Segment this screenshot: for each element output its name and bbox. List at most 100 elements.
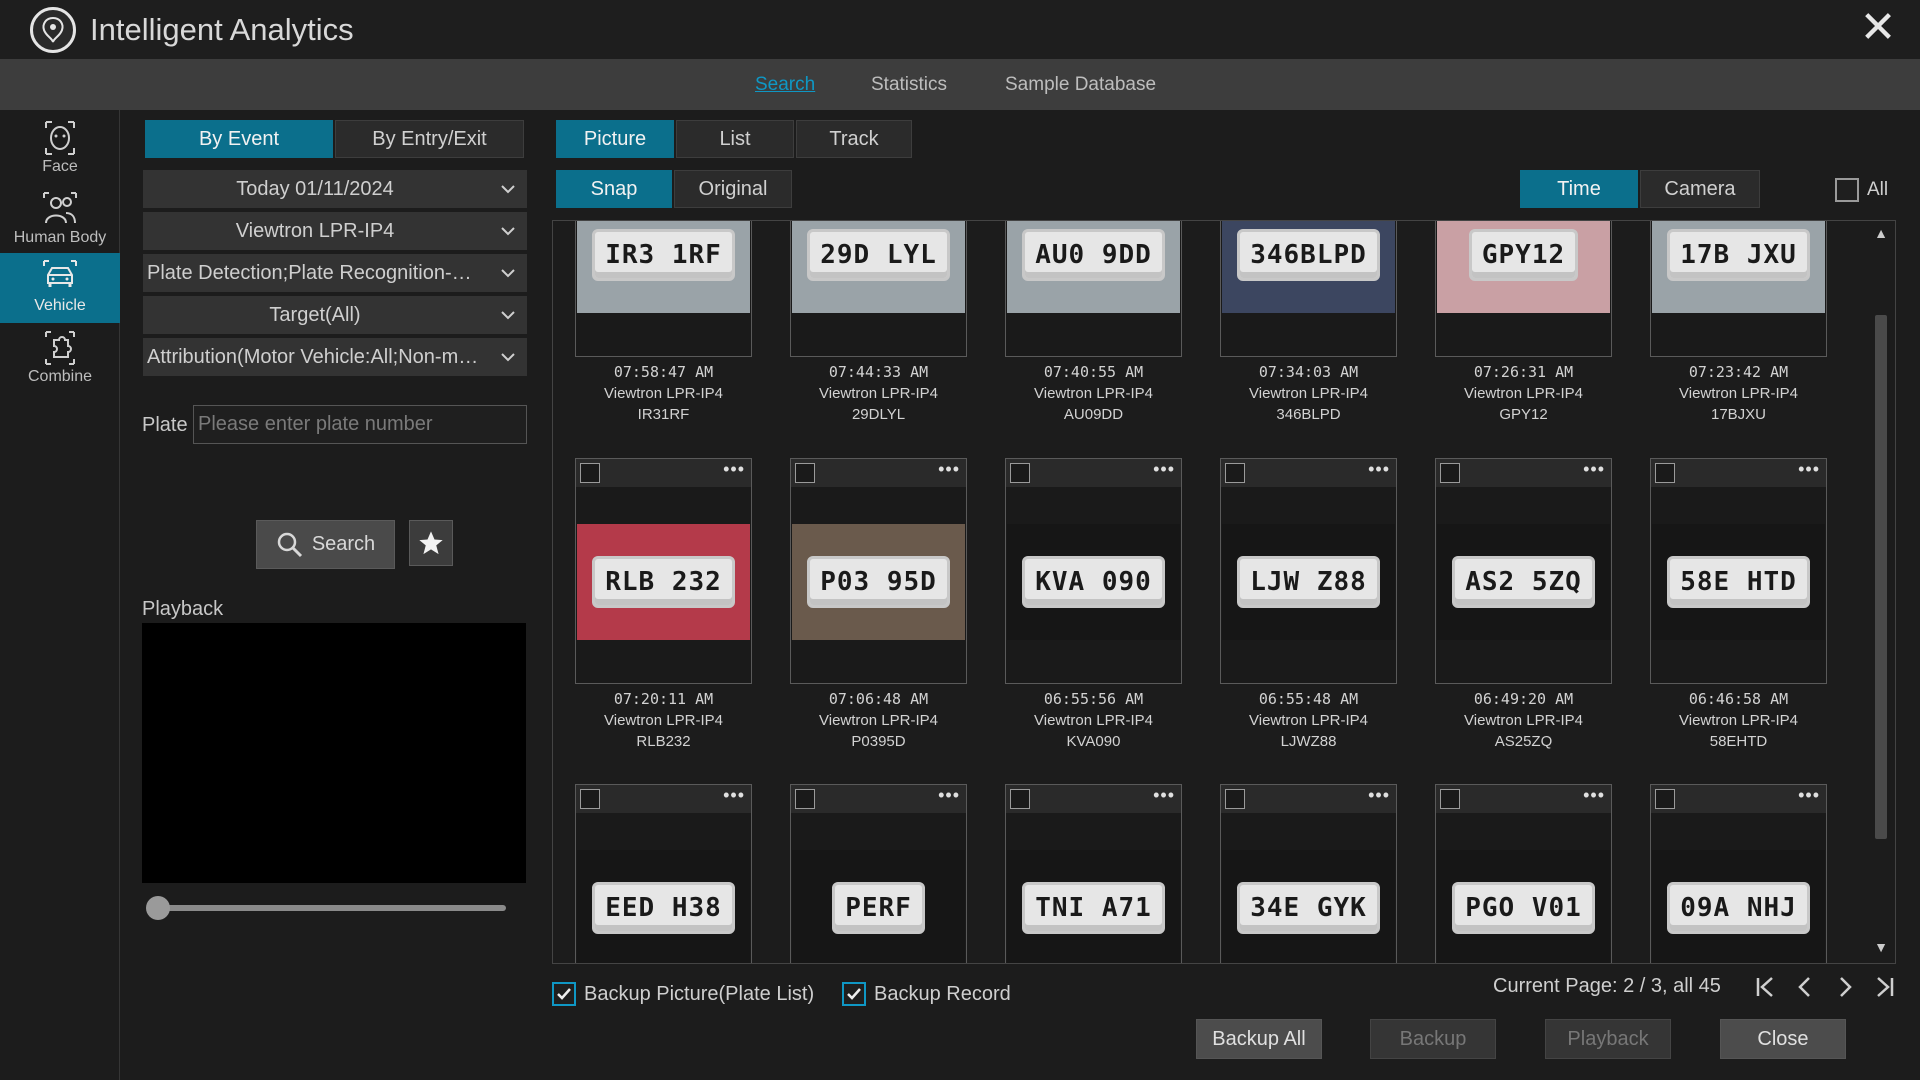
plate-snapshot-image: 34E GYK xyxy=(1222,850,1395,963)
rail-item-face[interactable]: Face xyxy=(0,114,120,184)
card-select-checkbox[interactable] xyxy=(1010,463,1030,483)
date-select[interactable]: Today 01/11/2024 xyxy=(143,170,527,208)
more-options-icon[interactable]: ••• xyxy=(1153,459,1175,480)
result-thumbnail-frame: •••17B JXU xyxy=(1650,221,1827,357)
close-window-icon[interactable]: ✕ xyxy=(1858,6,1898,50)
card-select-checkbox[interactable] xyxy=(1225,463,1245,483)
plate-snapshot-image: 17B JXU xyxy=(1652,221,1825,313)
card-select-checkbox[interactable] xyxy=(1655,789,1675,809)
sort-by-camera[interactable]: Camera xyxy=(1640,170,1760,208)
result-thumbnail-frame: •••IR3 1RF xyxy=(575,221,752,357)
rail-item-combine[interactable]: Combine xyxy=(0,324,120,394)
result-plate: IR31RF xyxy=(637,406,690,423)
card-select-checkbox[interactable] xyxy=(1655,463,1675,483)
chevron-down-icon xyxy=(501,311,515,320)
card-select-checkbox[interactable] xyxy=(1440,789,1460,809)
rail-label-combine: Combine xyxy=(27,368,93,385)
card-header: ••• xyxy=(576,785,751,813)
result-time: 07:26:31 AM xyxy=(1473,363,1574,381)
playback-slider-track[interactable] xyxy=(158,905,506,911)
result-info: 06:55:56 AM Viewtron LPR-IP4 KVA090 xyxy=(985,689,1202,752)
backup-picture-checkbox[interactable]: Backup Picture(Plate List) xyxy=(552,982,814,1006)
more-options-icon[interactable]: ••• xyxy=(1368,459,1390,480)
app-title: Intelligent Analytics xyxy=(90,12,354,47)
sort-by-time[interactable]: Time xyxy=(1520,170,1638,208)
select-all-checkbox[interactable]: All xyxy=(1835,178,1888,202)
backup-picture-label: Backup Picture(Plate List) xyxy=(584,982,815,1005)
tab-search[interactable]: Search xyxy=(755,74,815,96)
plate-snapshot-image: PGO V01 xyxy=(1437,850,1610,963)
card-select-checkbox[interactable] xyxy=(1225,789,1245,809)
favorite-button[interactable] xyxy=(409,520,453,566)
next-page-icon[interactable] xyxy=(1830,972,1860,1002)
rail-item-vehicle[interactable]: Vehicle xyxy=(0,253,120,323)
rail-item-human-body[interactable]: Human Body xyxy=(0,185,120,255)
card-header: ••• xyxy=(1436,459,1611,487)
event-type-select[interactable]: Plate Detection;Plate Recognition-Su... xyxy=(143,254,527,292)
card-select-checkbox[interactable] xyxy=(1010,789,1030,809)
plate-number-input[interactable] xyxy=(193,405,527,444)
more-options-icon[interactable]: ••• xyxy=(1583,459,1605,480)
card-select-checkbox[interactable] xyxy=(580,463,600,483)
more-options-icon[interactable]: ••• xyxy=(1153,785,1175,806)
checkbox-box xyxy=(1835,178,1859,202)
playback-button[interactable]: Playback xyxy=(1545,1019,1671,1059)
backup-all-button[interactable]: Backup All xyxy=(1196,1019,1322,1059)
card-select-checkbox[interactable] xyxy=(1440,463,1460,483)
result-camera: Viewtron LPR-IP4 xyxy=(819,385,938,402)
more-options-icon[interactable]: ••• xyxy=(1798,785,1820,806)
scroll-down-icon[interactable]: ▼ xyxy=(1871,939,1891,959)
checkbox-box xyxy=(842,982,866,1006)
plate-snapshot-image: AS2 5ZQ xyxy=(1437,524,1610,640)
first-page-icon[interactable] xyxy=(1750,972,1780,1002)
card-header: ••• xyxy=(1006,785,1181,813)
more-options-icon[interactable]: ••• xyxy=(1583,785,1605,806)
tab-by-event[interactable]: By Event xyxy=(145,120,333,158)
plate-snapshot-text: 17B JXU xyxy=(1667,229,1810,281)
result-plate: GPY12 xyxy=(1499,406,1548,423)
previous-page-icon[interactable] xyxy=(1790,972,1820,1002)
plate-snapshot-text: 09A NHJ xyxy=(1667,882,1810,934)
tab-statistics[interactable]: Statistics xyxy=(871,74,947,96)
camera-select[interactable]: Viewtron LPR-IP4 xyxy=(143,212,527,250)
results-scrollbar[interactable]: ▲ ▼ xyxy=(1867,221,1895,963)
tab-original[interactable]: Original xyxy=(674,170,792,208)
result-info: 07:44:33 AM Viewtron LPR-IP4 29DLYL xyxy=(770,362,987,425)
scroll-up-icon[interactable]: ▲ xyxy=(1871,225,1891,245)
more-options-icon[interactable]: ••• xyxy=(938,785,960,806)
more-options-icon[interactable]: ••• xyxy=(1798,459,1820,480)
result-camera: Viewtron LPR-IP4 xyxy=(1464,712,1583,729)
more-options-icon[interactable]: ••• xyxy=(723,459,745,480)
backup-button[interactable]: Backup xyxy=(1370,1019,1496,1059)
tab-picture[interactable]: Picture xyxy=(556,120,674,158)
more-options-icon[interactable]: ••• xyxy=(1368,785,1390,806)
event-type-value: Plate Detection;Plate Recognition-Su... xyxy=(147,261,483,284)
backup-record-checkbox[interactable]: Backup Record xyxy=(842,982,1011,1006)
more-options-icon[interactable]: ••• xyxy=(723,785,745,806)
scrollbar-thumb[interactable] xyxy=(1875,315,1887,839)
tab-sample-database[interactable]: Sample Database xyxy=(1005,74,1156,96)
plate-snapshot-text: 29D LYL xyxy=(807,229,950,281)
result-camera: Viewtron LPR-IP4 xyxy=(1034,385,1153,402)
results-grid: •••IR3 1RF07:58:47 AMViewtron LPR-IP4IR3… xyxy=(552,220,1896,964)
card-select-checkbox[interactable] xyxy=(580,789,600,809)
result-thumbnail-frame: ••• TNI A71 xyxy=(1005,784,1182,963)
target-select[interactable]: Target(All) xyxy=(143,296,527,334)
plate-snapshot-text: P03 95D xyxy=(807,556,950,608)
tab-track[interactable]: Track xyxy=(796,120,912,158)
attribution-select[interactable]: Attribution(Motor Vehicle:All;Non-mot... xyxy=(143,338,527,376)
title-bar: Intelligent Analytics ✕ xyxy=(0,0,1920,59)
card-select-checkbox[interactable] xyxy=(795,789,815,809)
plate-snapshot-image: TNI A71 xyxy=(1007,850,1180,963)
card-select-checkbox[interactable] xyxy=(795,463,815,483)
last-page-icon[interactable] xyxy=(1870,972,1900,1002)
result-plate: RLB232 xyxy=(636,733,691,750)
more-options-icon[interactable]: ••• xyxy=(938,459,960,480)
tab-snap[interactable]: Snap xyxy=(556,170,672,208)
result-info: 06:49:20 AM Viewtron LPR-IP4 AS25ZQ xyxy=(1415,689,1632,752)
tab-by-entry-exit[interactable]: By Entry/Exit xyxy=(335,120,524,158)
close-button[interactable]: Close xyxy=(1720,1019,1846,1059)
tab-list[interactable]: List xyxy=(676,120,794,158)
search-button[interactable]: Search xyxy=(256,520,395,569)
playback-slider-handle[interactable] xyxy=(146,896,170,920)
